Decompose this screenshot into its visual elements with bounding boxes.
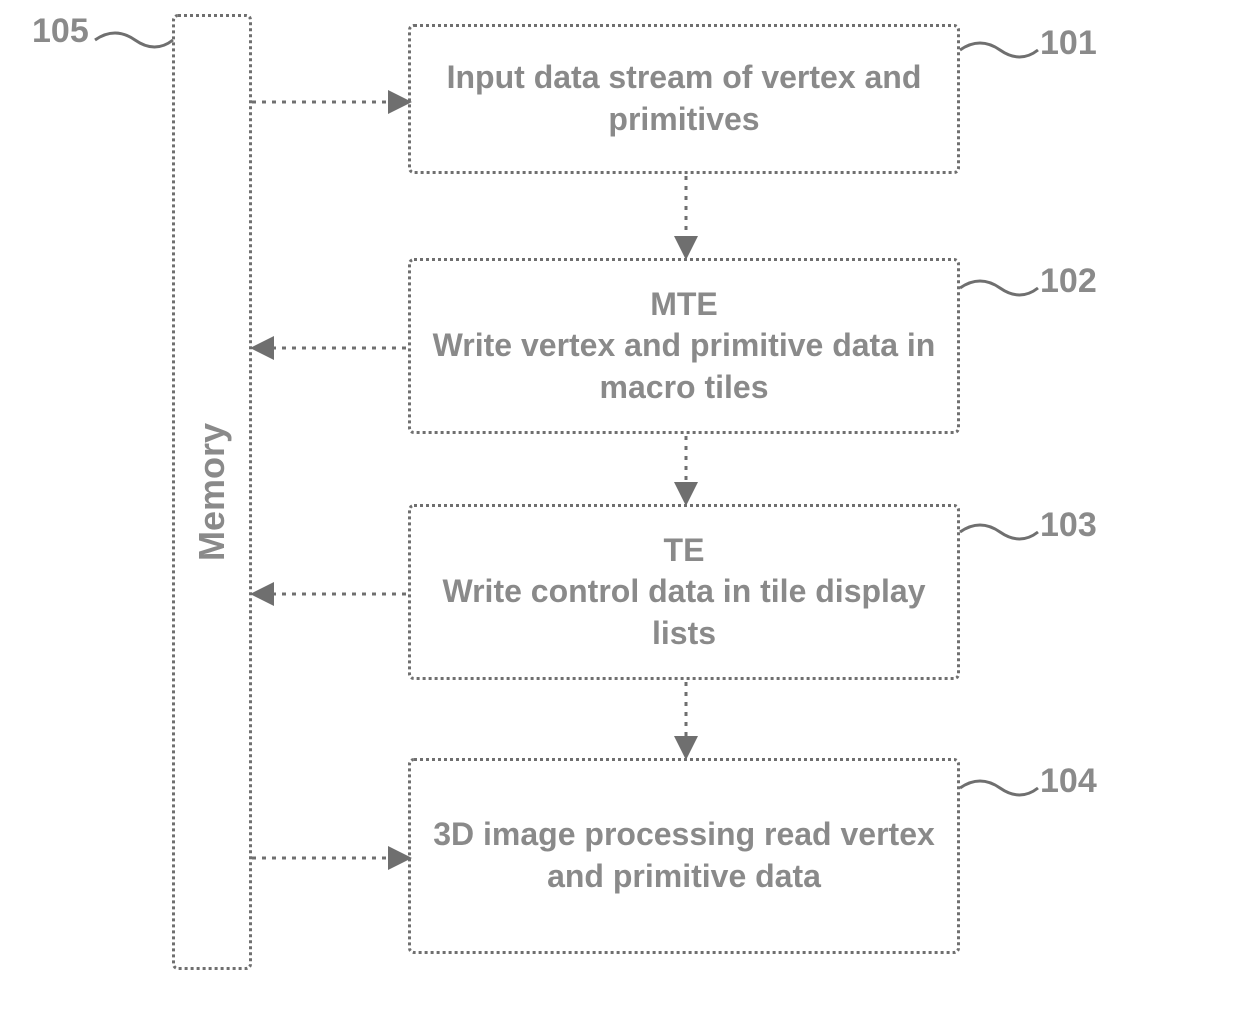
ref-105: 105 <box>32 12 89 51</box>
arrow-mem-to-104 <box>252 848 410 868</box>
block-103-text: TE Write control data in tile display li… <box>421 530 947 655</box>
block-102-text: MTE Write vertex and primitive data in m… <box>421 284 947 409</box>
memory-block: Memory <box>172 14 252 970</box>
squiggle-105 <box>95 30 175 50</box>
ref-104: 104 <box>1040 762 1097 801</box>
ref-102: 102 <box>1040 262 1097 301</box>
block-102: MTE Write vertex and primitive data in m… <box>408 258 960 434</box>
squiggle-103 <box>960 522 1040 542</box>
squiggle-104 <box>960 778 1040 798</box>
arrow-103-to-mem <box>252 584 410 604</box>
arrow-mem-to-101 <box>252 92 410 112</box>
block-101-text: Input data stream of vertex and primitiv… <box>421 57 947 140</box>
squiggle-101 <box>960 40 1040 60</box>
memory-label: Memory <box>191 423 233 561</box>
arrow-102-to-103 <box>676 436 696 504</box>
block-104: 3D image processing read vertex and prim… <box>408 758 960 954</box>
ref-103: 103 <box>1040 506 1097 545</box>
squiggle-102 <box>960 278 1040 298</box>
ref-101: 101 <box>1040 24 1097 63</box>
block-103: TE Write control data in tile display li… <box>408 504 960 680</box>
arrow-101-to-102 <box>676 176 696 258</box>
arrow-103-to-104 <box>676 682 696 758</box>
block-104-text: 3D image processing read vertex and prim… <box>421 814 947 897</box>
block-101: Input data stream of vertex and primitiv… <box>408 24 960 174</box>
arrow-102-to-mem <box>252 338 410 358</box>
